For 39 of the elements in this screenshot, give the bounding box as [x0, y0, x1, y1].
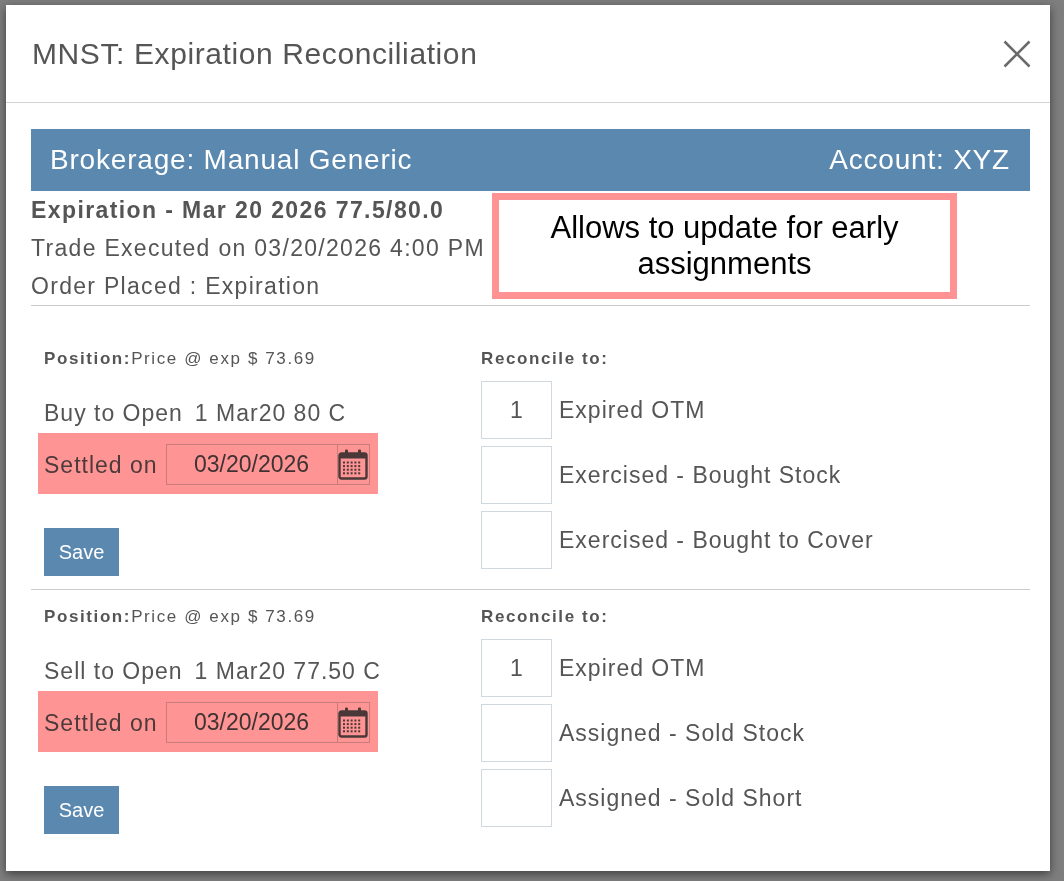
quantity-field[interactable]	[481, 446, 552, 504]
settled-label: Settled on	[44, 451, 158, 478]
annotation-callout: Allows to update for early assignments	[492, 193, 957, 299]
save-button[interactable]: Save	[44, 528, 119, 576]
reconcile-heading: Reconcile to:	[481, 350, 609, 368]
summary-heading: Expiration - Mar 20 2026 77.5/80.0	[31, 196, 446, 225]
position-info: Position:Price @ exp $ 73.69	[44, 350, 316, 368]
outcome-label: Expired OTM	[559, 397, 706, 423]
reconcile-heading: Reconcile to:	[481, 608, 609, 626]
position-info: Position:Price @ exp $ 73.69	[44, 608, 316, 626]
date-field[interactable]: 03/20/2026	[165, 444, 338, 485]
summary-text: Trade Executed on 03/20/2026 4:00 PM	[31, 234, 486, 263]
calendar-button[interactable]	[337, 702, 370, 743]
dialog-title: MNST: Expiration Reconciliation	[32, 36, 478, 71]
quantity-field[interactable]: 1	[481, 381, 552, 439]
date-field[interactable]: 03/20/2026	[165, 702, 338, 743]
outcome-label: Assigned - Sold Short	[559, 785, 803, 811]
settled-label: Settled on	[44, 709, 158, 736]
summary-text: Order Placed : Expiration	[31, 272, 322, 301]
account-name: Account: XYZ	[829, 144, 1010, 176]
outcome-label: Assigned - Sold Stock	[559, 720, 805, 746]
calendar-icon	[338, 449, 369, 480]
quantity-field[interactable]	[481, 511, 552, 569]
order-action: Buy to Open	[44, 400, 183, 426]
option-contract: 1 Mar20 80 C	[194, 400, 347, 426]
close-button[interactable]	[1002, 38, 1032, 69]
save-button[interactable]: Save	[44, 786, 119, 834]
calendar-icon	[338, 707, 369, 738]
order-action: Sell to Open	[44, 658, 183, 684]
quantity-field[interactable]	[481, 704, 552, 762]
outcome-label: Exercised - Bought to Cover	[559, 527, 874, 553]
quantity-field[interactable]	[481, 769, 552, 827]
brokerage-name: Brokerage: Manual Generic	[50, 144, 413, 176]
outcome-label: Exercised - Bought Stock	[559, 462, 842, 488]
quantity-field[interactable]: 1	[481, 639, 552, 697]
outcome-label: Expired OTM	[559, 655, 706, 681]
option-contract: 1 Mar20 77.50 C	[194, 658, 381, 684]
close-icon	[1003, 39, 1031, 68]
calendar-button[interactable]	[337, 444, 370, 485]
